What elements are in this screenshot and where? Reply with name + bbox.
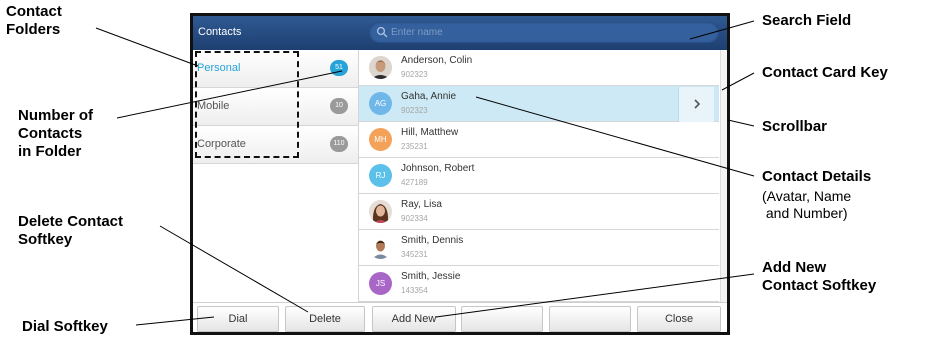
callout-line: Contact Softkey bbox=[762, 277, 877, 294]
callout-contact-details: Contact Details bbox=[762, 168, 872, 185]
callout-line: Folders bbox=[6, 21, 61, 38]
callout-scrollbar: Scrollbar bbox=[762, 118, 828, 135]
callout-line: Add New bbox=[762, 259, 827, 276]
callout-contact-folders: Contact Folders bbox=[6, 3, 62, 39]
callout-contact-details-sub: (Avatar, Name and Number) bbox=[762, 188, 851, 222]
callout-line: Contacts bbox=[18, 125, 83, 142]
callout-add-new-softkey: Add New Contact Softkey bbox=[762, 259, 876, 295]
callout-line: Delete Contact bbox=[18, 213, 124, 230]
callout-line: in Folder bbox=[18, 143, 82, 160]
callout-delete-softkey: Delete Contact Softkey bbox=[18, 213, 123, 249]
callout-line: Softkey bbox=[18, 231, 73, 248]
callout-line: Contact bbox=[6, 3, 62, 20]
callout-contact-card-key: Contact Card Key bbox=[762, 64, 888, 81]
callout-line: Number of bbox=[18, 107, 93, 124]
callout-line: and Number) bbox=[762, 205, 848, 221]
callout-line: (Avatar, Name bbox=[762, 188, 852, 204]
callout-dial-softkey: Dial Softkey bbox=[22, 318, 108, 335]
callout-search-field: Search Field bbox=[762, 12, 852, 29]
callout-number-of-contacts: Number of Contacts in Folder bbox=[18, 107, 93, 161]
